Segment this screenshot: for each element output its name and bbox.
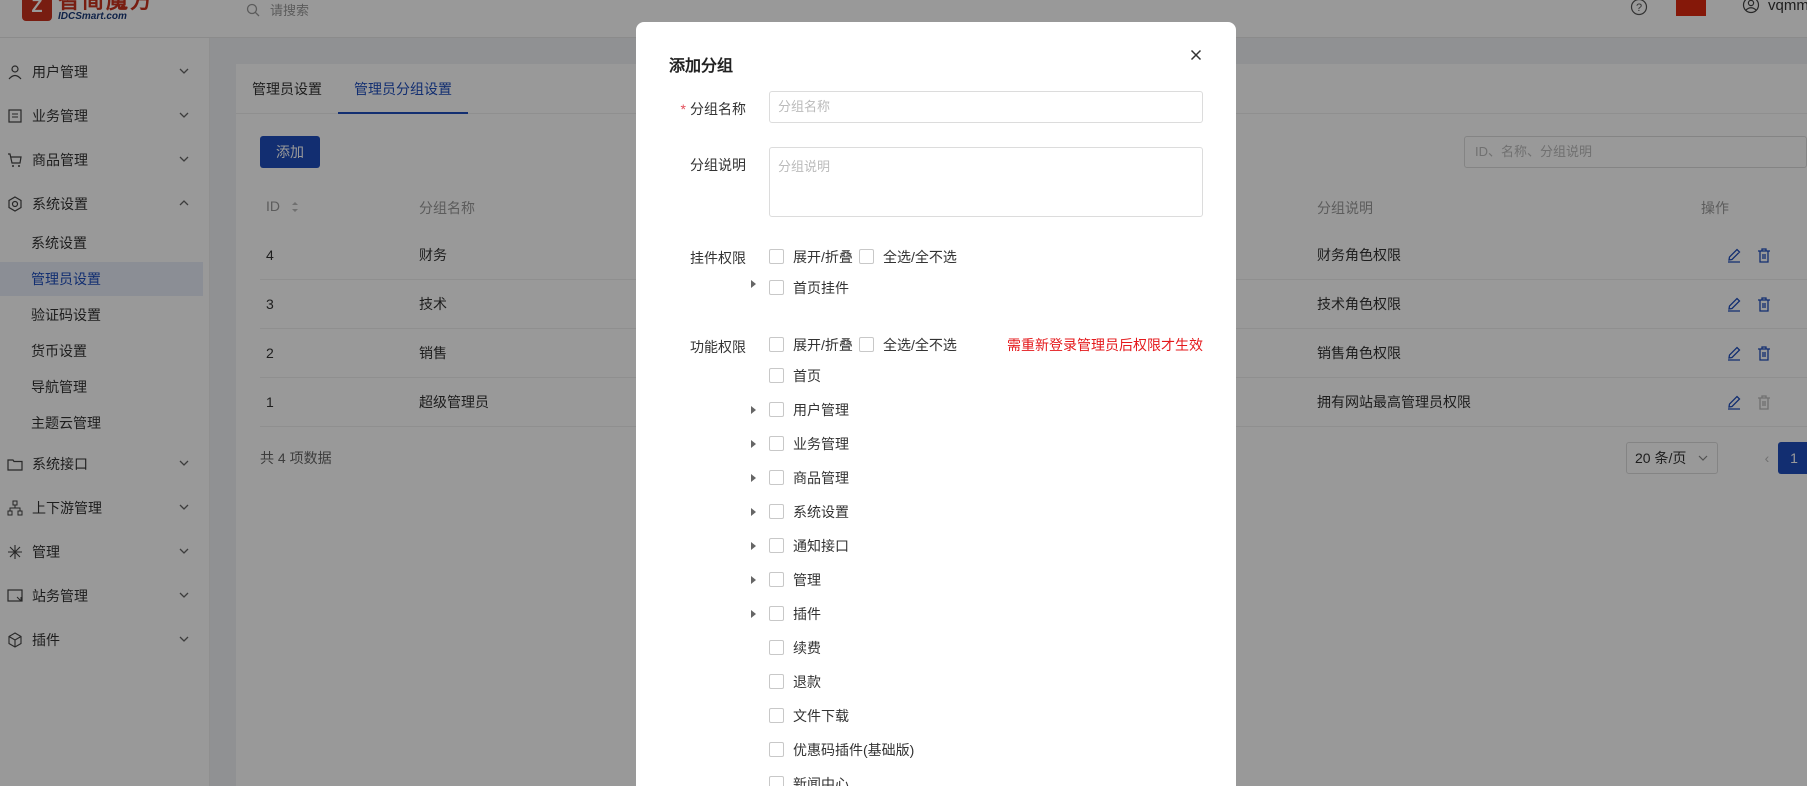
group-desc-textarea[interactable]: 分组说明	[769, 147, 1203, 217]
tree-item-label: 优惠码插件(基础版)	[793, 742, 915, 758]
tree-checkbox[interactable]	[769, 280, 784, 295]
tree-checkbox[interactable]	[769, 538, 784, 553]
tree-checkbox[interactable]	[769, 402, 784, 417]
func-expand-label: 展开/折叠	[793, 337, 853, 353]
tree-item-label: 新闻中心	[793, 776, 849, 786]
tree-item-label: 首页挂件	[793, 280, 849, 296]
plugin-select-all-label: 全选/全不选	[883, 249, 957, 265]
tree-item-label: 商品管理	[793, 470, 849, 486]
close-icon[interactable]	[1188, 47, 1204, 63]
relogin-warning: 需重新登录管理员后权限才生效	[1007, 337, 1203, 353]
tree-checkbox[interactable]	[769, 504, 784, 519]
tree-checkbox[interactable]	[769, 776, 784, 786]
expand-arrow-icon[interactable]	[751, 406, 756, 414]
tree-checkbox[interactable]	[769, 640, 784, 655]
tree-checkbox[interactable]	[769, 572, 784, 587]
tree-item-label: 文件下载	[793, 708, 849, 724]
function-permission-label: 功能权限	[690, 339, 746, 355]
group-desc-label: 分组说明	[690, 157, 746, 173]
expand-arrow-icon[interactable]	[751, 474, 756, 482]
tree-item-label: 通知接口	[793, 538, 849, 554]
expand-arrow-icon[interactable]	[751, 440, 756, 448]
required-mark: *	[680, 101, 686, 117]
plugin-expand-checkbox[interactable]	[769, 249, 784, 264]
tree-item-label: 续费	[793, 640, 821, 656]
tree-checkbox[interactable]	[769, 742, 784, 757]
func-select-all-label: 全选/全不选	[883, 337, 957, 353]
tree-item-label: 插件	[793, 606, 821, 622]
tree-checkbox[interactable]	[769, 436, 784, 451]
expand-arrow-icon[interactable]	[751, 542, 756, 550]
tree-item-label: 管理	[793, 572, 821, 588]
add-group-dialog: 添加分组 * 分组名称 分组名称 分组说明 分组说明 挂件权限 展开/折叠 全选/…	[636, 22, 1236, 786]
func-expand-checkbox[interactable]	[769, 337, 784, 352]
tree-item-label: 退款	[793, 674, 821, 690]
tree-item-label: 业务管理	[793, 436, 849, 452]
func-select-all-checkbox[interactable]	[859, 337, 874, 352]
expand-arrow-icon[interactable]	[751, 280, 756, 288]
tree-checkbox[interactable]	[769, 606, 784, 621]
plugin-permission-label: 挂件权限	[690, 250, 746, 266]
plugin-select-all-checkbox[interactable]	[859, 249, 874, 264]
tree-item-label: 用户管理	[793, 402, 849, 418]
dialog-title: 添加分组	[669, 58, 734, 75]
group-name-label: * 分组名称	[680, 101, 746, 117]
plugin-expand-label: 展开/折叠	[793, 249, 853, 265]
tree-checkbox[interactable]	[769, 674, 784, 689]
tree-item-label: 系统设置	[793, 504, 849, 520]
tree-item-label: 首页	[793, 368, 821, 384]
expand-arrow-icon[interactable]	[751, 610, 756, 618]
expand-arrow-icon[interactable]	[751, 508, 756, 516]
tree-checkbox[interactable]	[769, 708, 784, 723]
tree-checkbox[interactable]	[769, 470, 784, 485]
expand-arrow-icon[interactable]	[751, 576, 756, 584]
group-name-input[interactable]: 分组名称	[769, 91, 1203, 123]
tree-checkbox[interactable]	[769, 368, 784, 383]
